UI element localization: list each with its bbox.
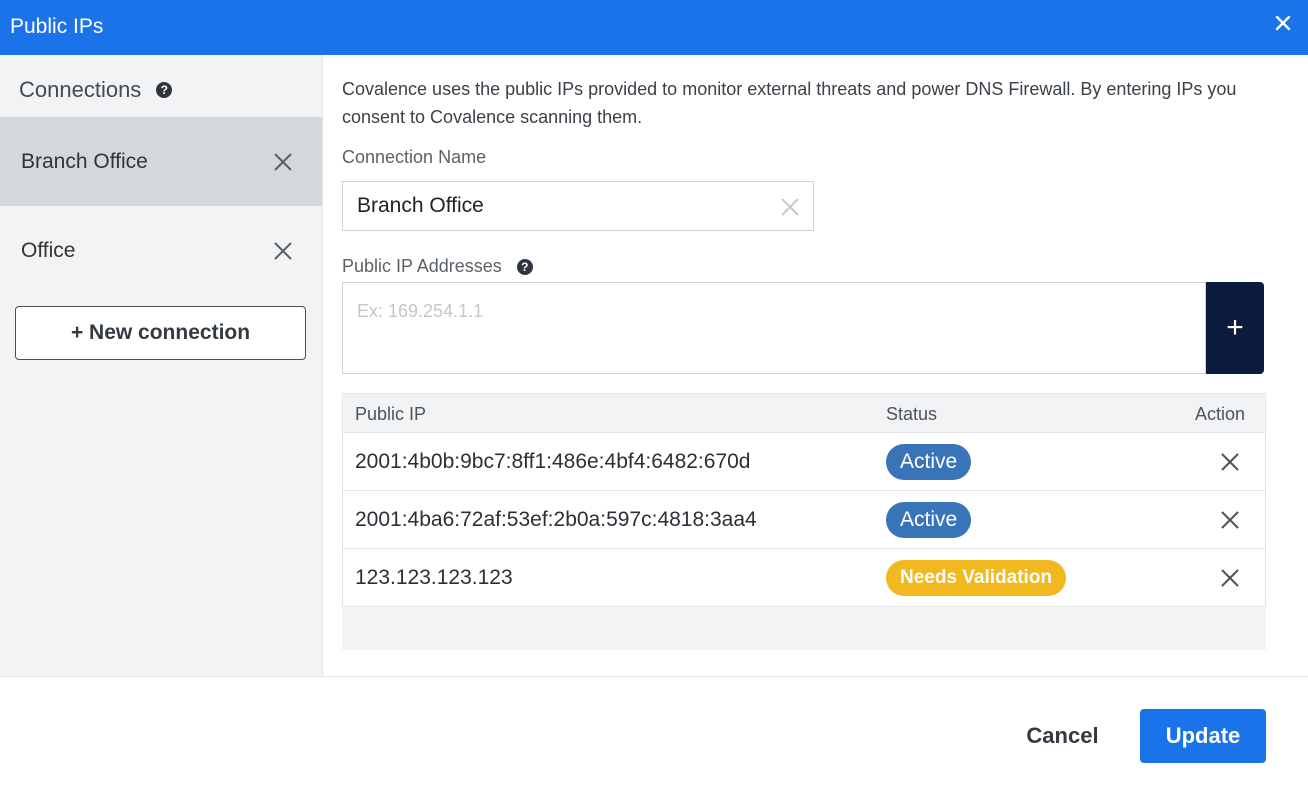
public-ip-label-text: Public IP Addresses — [342, 256, 502, 276]
ip-address: 123.123.123.123 — [355, 566, 513, 589]
remove-ip-icon[interactable] — [1220, 568, 1240, 588]
public-ip-field — [342, 282, 1206, 374]
new-connection-button[interactable]: + New connection — [15, 306, 306, 360]
public-ip-label: Public IP Addresses ? — [342, 256, 533, 277]
connection-item-label: Office — [21, 238, 76, 262]
connection-item-label: Branch Office — [21, 149, 148, 173]
delete-connection-icon[interactable] — [273, 241, 293, 261]
help-icon[interactable]: ? — [516, 258, 533, 275]
table-row: 2001:4b0b:9bc7:8ff1:486e:4bf4:6482:670d … — [342, 433, 1266, 491]
connection-item-office[interactable]: Office — [0, 206, 322, 295]
connection-item-branch-office[interactable]: Branch Office — [0, 117, 322, 206]
status-badge: Active — [886, 444, 972, 480]
description-text: Covalence uses the public IPs provided t… — [342, 79, 1237, 127]
public-ip-input[interactable] — [343, 283, 1205, 373]
connection-name-field — [342, 181, 814, 231]
help-icon[interactable]: ? — [156, 82, 173, 98]
connection-name-input[interactable] — [343, 182, 763, 230]
ip-address: 2001:4ba6:72af:53ef:2b0a:597c:4818:3aa4 — [355, 508, 757, 531]
connections-sidebar: Connections ? Branch Office Office + New… — [0, 55, 323, 676]
cancel-button[interactable]: Cancel — [1010, 709, 1115, 763]
delete-connection-icon[interactable] — [273, 152, 293, 172]
table-row: 2001:4ba6:72af:53ef:2b0a:597c:4818:3aa4 … — [342, 491, 1266, 549]
title-bar: Public IPs — [0, 0, 1308, 55]
close-icon[interactable] — [1274, 14, 1292, 32]
update-button[interactable]: Update — [1140, 709, 1266, 763]
dialog-footer: Cancel Update — [0, 676, 1308, 794]
remove-ip-icon[interactable] — [1220, 510, 1240, 530]
table-header: Public IP Status Action — [342, 393, 1266, 433]
status-badge: Active — [886, 502, 972, 538]
connection-name-label: Connection Name — [342, 147, 487, 167]
connections-heading-label: Connections — [19, 77, 142, 102]
status-badge: Needs Validation — [886, 560, 1067, 596]
add-ip-button[interactable]: + — [1206, 282, 1264, 374]
connection-details: Covalence uses the public IPs provided t… — [323, 55, 1308, 676]
connections-heading: Connections ? — [19, 77, 173, 103]
table-row: 123.123.123.123 Needs Validation — [342, 549, 1266, 607]
clear-icon[interactable] — [780, 197, 800, 217]
column-header-public-ip: Public IP — [355, 404, 427, 424]
window-title: Public IPs — [10, 15, 104, 38]
ip-address: 2001:4b0b:9bc7:8ff1:486e:4bf4:6482:670d — [355, 450, 751, 473]
remove-ip-icon[interactable] — [1220, 452, 1240, 472]
public-ip-table: Public IP Status Action 2001:4b0b:9bc7:8… — [342, 393, 1266, 650]
column-header-status: Status — [886, 404, 938, 424]
column-header-action: Action — [1195, 404, 1246, 424]
